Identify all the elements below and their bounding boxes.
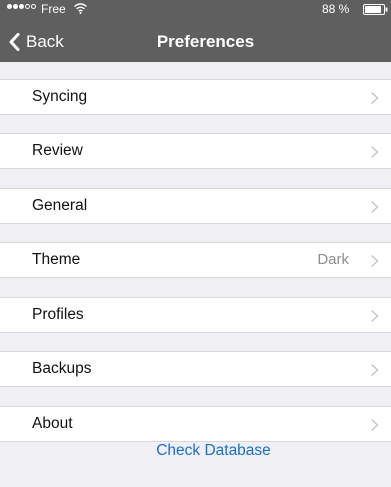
carrier-label: Free: [41, 2, 66, 16]
menu-item-label: General: [32, 197, 88, 214]
menu-item-label: Review: [32, 142, 83, 159]
menu-item-syncing[interactable]: Syncing: [0, 79, 391, 115]
menu-item-general[interactable]: General: [0, 188, 391, 224]
page-title: Preferences: [156, 32, 255, 51]
signal-dot: [7, 4, 12, 9]
battery-percentage: 88 %: [322, 2, 350, 16]
header: Free 88 % Back Preferences: [0, 0, 391, 62]
menu-item-theme[interactable]: Theme Dark: [0, 242, 391, 278]
signal-dot: [19, 4, 24, 9]
chevron-right-icon: [370, 145, 379, 159]
menu-item-label: About: [32, 415, 73, 432]
chevron-right-icon: [370, 309, 379, 323]
chevron-right-icon: [370, 200, 379, 214]
signal-dot: [25, 4, 30, 9]
status-bar: Free 88 %: [0, 0, 391, 20]
menu-item-about[interactable]: About: [0, 406, 391, 442]
chevron-right-icon: [370, 254, 379, 268]
battery-icon: [363, 4, 388, 15]
menu-item-label: Syncing: [32, 88, 88, 105]
check-database-button[interactable]: Check Database: [0, 442, 391, 460]
chevron-right-icon: [370, 363, 379, 377]
signal-dot: [31, 4, 36, 9]
menu-item-backups[interactable]: Backups: [0, 351, 391, 387]
menu-item-label: Backups: [32, 360, 92, 377]
menu-item-review[interactable]: Review: [0, 133, 391, 169]
wifi-icon: [74, 3, 87, 14]
chevron-right-icon: [370, 418, 379, 432]
chevron-right-icon: [370, 91, 379, 105]
signal-dot: [13, 4, 18, 9]
theme-value: Dark: [317, 251, 349, 268]
menu-item-label: Theme: [32, 251, 81, 268]
menu-item-label: Profiles: [32, 306, 84, 323]
signal-strength-icon: [7, 4, 36, 9]
menu-item-profiles[interactable]: Profiles: [0, 297, 391, 333]
